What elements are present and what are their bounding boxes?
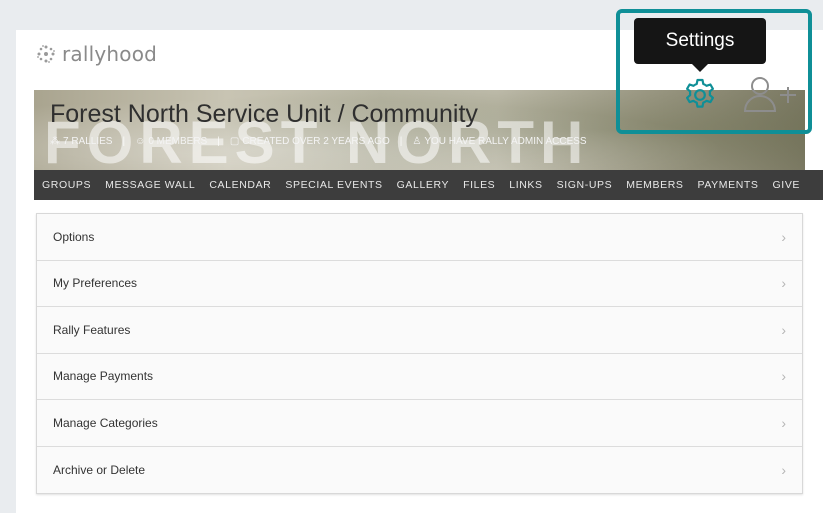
rally-title: Forest North Service Unit / Community: [50, 100, 478, 128]
nav-payments[interactable]: PAYMENTS: [698, 179, 759, 191]
nav-gallery[interactable]: GALLERY: [397, 179, 449, 191]
settings-item-manage-categories[interactable]: Manage Categories ›: [37, 400, 802, 447]
rally-nav-bar: GROUPS MESSAGE WALL CALENDAR SPECIAL EVE…: [34, 170, 823, 200]
rally-meta: ⁂ 7 RALLIES | ☺ 0 MEMBERS | ▢ CREATED OV…: [50, 136, 587, 147]
meta-created: ▢ CREATED OVER 2 YEARS AGO: [230, 136, 390, 147]
chevron-right-icon: ›: [781, 414, 786, 431]
user-icon: ♙: [412, 136, 422, 147]
rallyhood-logo-icon: [36, 44, 56, 64]
nav-calendar[interactable]: CALENDAR: [209, 179, 271, 191]
chevron-right-icon: ›: [781, 321, 786, 338]
gear-icon: [686, 78, 714, 108]
nav-special-events[interactable]: SPECIAL EVENTS: [285, 179, 382, 191]
meta-separator: |: [399, 136, 403, 147]
settings-item-my-preferences[interactable]: My Preferences ›: [37, 260, 802, 307]
chevron-right-icon: ›: [781, 275, 786, 292]
meta-members-label: 0 MEMBERS: [148, 136, 208, 147]
meta-rallies-label: 7 RALLIES: [63, 136, 113, 147]
settings-menu-panel: Options › My Preferences › Rally Feature…: [36, 213, 803, 494]
nav-files[interactable]: FILES: [463, 179, 495, 191]
meta-access: ♙ YOU HAVE RALLY ADMIN ACCESS: [412, 136, 586, 147]
nav-links[interactable]: LINKS: [509, 179, 542, 191]
chevron-right-icon: ›: [781, 368, 786, 385]
meta-separator: |: [217, 136, 220, 147]
settings-item-label: Manage Payments: [53, 369, 154, 384]
settings-item-label: Options: [53, 229, 95, 244]
brand-name: rallyhood: [62, 42, 158, 66]
members-icon: ☺: [135, 136, 146, 147]
settings-item-label: My Preferences: [53, 276, 138, 291]
nav-sign-ups[interactable]: SIGN-UPS: [557, 179, 613, 191]
nav-give[interactable]: GIVE: [773, 179, 801, 191]
rallies-icon: ⁂: [50, 136, 60, 147]
nav-message-wall[interactable]: MESSAGE WALL: [105, 179, 195, 191]
meta-access-label: YOU HAVE RALLY ADMIN ACCESS: [424, 136, 587, 147]
chevron-right-icon: ›: [781, 228, 786, 245]
settings-button[interactable]: [682, 77, 718, 113]
settings-item-manage-payments[interactable]: Manage Payments ›: [37, 353, 802, 400]
meta-separator: |: [122, 136, 126, 147]
nav-groups[interactable]: GROUPS: [42, 179, 91, 191]
meta-created-label: CREATED OVER 2 YEARS AGO: [242, 136, 390, 147]
tooltip-text: Settings: [665, 30, 735, 51]
settings-item-rally-features[interactable]: Rally Features ›: [37, 307, 802, 354]
chevron-right-icon: ›: [781, 461, 786, 478]
meta-rallies[interactable]: ⁂ 7 RALLIES: [50, 136, 112, 147]
add-user-icon: [743, 77, 796, 112]
nav-members[interactable]: MEMBERS: [626, 179, 683, 191]
settings-item-label: Manage Categories: [53, 415, 158, 430]
calendar-icon: ▢: [229, 136, 240, 147]
settings-item-archive-or-delete[interactable]: Archive or Delete ›: [37, 446, 802, 493]
settings-tooltip: Settings: [634, 18, 766, 72]
invite-member-button[interactable]: [742, 75, 798, 117]
rallyhood-logo[interactable]: rallyhood: [36, 42, 157, 66]
meta-members[interactable]: ☺ 0 MEMBERS: [135, 136, 207, 147]
settings-item-label: Rally Features: [53, 322, 131, 337]
settings-item-label: Archive or Delete: [53, 462, 146, 477]
settings-item-options[interactable]: Options ›: [37, 214, 802, 261]
